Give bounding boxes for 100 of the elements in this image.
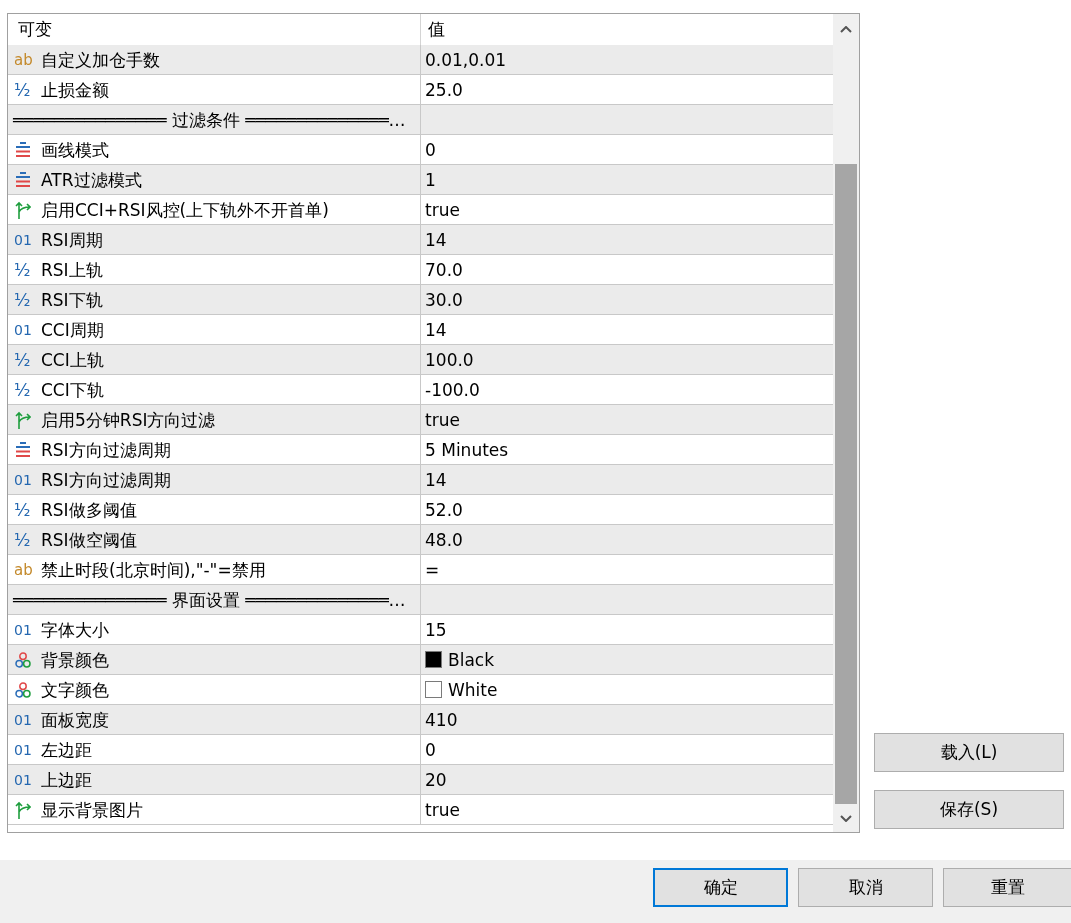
number-icon: 01 xyxy=(14,470,32,489)
table-row[interactable]: ab 禁止时段(北京时间),"-"=禁用 = xyxy=(8,555,833,585)
table-row[interactable]: ½ RSI上轨 70.0 xyxy=(8,255,833,285)
fraction-icon: ½ xyxy=(14,530,32,549)
table-row[interactable]: 01 左边距 0 xyxy=(8,735,833,765)
parameter-value[interactable]: 5 Minutes xyxy=(425,438,509,461)
parameter-name: RSI做空阈值 xyxy=(41,528,137,551)
scrollbar[interactable] xyxy=(833,14,859,832)
table-row[interactable]: 01 面板宽度 410 xyxy=(8,705,833,735)
number-icon: 01 xyxy=(14,770,32,789)
parameter-name: RSI做多阈值 xyxy=(41,498,137,521)
number-icon: 01 xyxy=(14,710,32,729)
table-row[interactable]: 画线模式 0 xyxy=(8,135,833,165)
parameter-value[interactable]: 48.0 xyxy=(425,528,463,551)
parameter-value[interactable]: Black xyxy=(448,648,494,671)
branch-arrow-icon xyxy=(15,410,31,429)
table-row[interactable]: 01 RSI方向过滤周期 14 xyxy=(8,465,833,495)
section-heading: ═══════════════ 界面设置 ══════════════… xyxy=(13,588,406,611)
scrollbar-thumb[interactable] xyxy=(835,164,857,804)
fraction-icon: ½ xyxy=(14,290,32,309)
table-row[interactable]: 01 CCI周期 14 xyxy=(8,315,833,345)
parameter-value[interactable]: = xyxy=(425,558,440,581)
table-row[interactable]: ½ RSI下轨 30.0 xyxy=(8,285,833,315)
table-row[interactable]: 01 字体大小 15 xyxy=(8,615,833,645)
parameter-name: RSI方向过滤周期 xyxy=(41,438,171,461)
parameter-value[interactable]: 100.0 xyxy=(425,348,474,371)
load-button[interactable]: 载入(L) xyxy=(874,733,1064,772)
branch-arrow-icon xyxy=(15,800,31,819)
parameter-value[interactable]: true xyxy=(425,798,460,821)
parameter-name: 启用CCI+RSI风控(上下轨外不开首单) xyxy=(41,198,329,221)
parameter-value[interactable]: White xyxy=(448,678,498,701)
list-icon xyxy=(15,172,31,187)
parameter-name: 上边距 xyxy=(41,768,92,791)
parameter-value[interactable]: 14 xyxy=(425,318,447,341)
parameter-value[interactable]: 1 xyxy=(425,168,436,191)
table-row[interactable]: ½ RSI做多阈值 52.0 xyxy=(8,495,833,525)
parameter-name: 文字颜色 xyxy=(41,678,109,701)
parameter-value[interactable]: 410 xyxy=(425,708,458,731)
text-type-icon: ab xyxy=(14,50,32,69)
parameter-name: 左边距 xyxy=(41,738,92,761)
parameter-value[interactable]: 25.0 xyxy=(425,78,463,101)
parameter-name: 禁止时段(北京时间),"-"=禁用 xyxy=(41,558,266,581)
parameter-value[interactable]: true xyxy=(425,408,460,431)
parameter-value[interactable]: 0 xyxy=(425,138,436,161)
number-icon: 01 xyxy=(14,740,32,759)
table-row[interactable]: ═══════════════ 界面设置 ══════════════… xyxy=(8,585,833,615)
parameter-name: ATR过滤模式 xyxy=(41,168,142,191)
fraction-icon: ½ xyxy=(14,80,32,99)
number-icon: 01 xyxy=(14,320,32,339)
parameter-value[interactable]: 0 xyxy=(425,738,436,761)
table-row[interactable]: 背景颜色 Black xyxy=(8,645,833,675)
parameter-name: RSI上轨 xyxy=(41,258,103,281)
table-row[interactable]: 01 上边距 20 xyxy=(8,765,833,795)
parameter-name: 止损金额 xyxy=(41,78,109,101)
parameter-name: CCI上轨 xyxy=(41,348,104,371)
parameter-value[interactable]: 30.0 xyxy=(425,288,463,311)
scroll-up-icon[interactable] xyxy=(840,25,852,33)
fraction-icon: ½ xyxy=(14,350,32,369)
parameter-value[interactable]: 14 xyxy=(425,468,447,491)
fraction-icon: ½ xyxy=(14,380,32,399)
text-type-icon: ab xyxy=(14,560,32,579)
parameter-value[interactable]: 0.01,0.01 xyxy=(425,48,507,71)
parameter-value[interactable]: 15 xyxy=(425,618,447,641)
dialog-button[interactable]: 取消 xyxy=(798,868,933,907)
table-row[interactable]: ½ RSI做空阈值 48.0 xyxy=(8,525,833,555)
table-row[interactable]: 显示背景图片 true xyxy=(8,795,833,825)
table-row[interactable]: ATR过滤模式 1 xyxy=(8,165,833,195)
table-row[interactable]: ═══════════════ 过滤条件 ══════════════… xyxy=(8,105,833,135)
parameter-value[interactable]: 52.0 xyxy=(425,498,463,521)
table-row[interactable]: 启用5分钟RSI方向过滤 true xyxy=(8,405,833,435)
parameter-name: RSI下轨 xyxy=(41,288,103,311)
parameter-value[interactable]: -100.0 xyxy=(425,378,480,401)
branch-arrow-icon xyxy=(15,200,31,219)
table-row[interactable]: RSI方向过滤周期 5 Minutes xyxy=(8,435,833,465)
parameter-name: CCI周期 xyxy=(41,318,104,341)
dialog-button[interactable]: 重置 xyxy=(943,868,1071,907)
save-button[interactable]: 保存(S) xyxy=(874,790,1064,829)
table-row[interactable]: ½ 止损金额 25.0 xyxy=(8,75,833,105)
table-row[interactable]: ½ CCI下轨 -100.0 xyxy=(8,375,833,405)
list-icon xyxy=(15,142,31,157)
parameter-value[interactable]: 70.0 xyxy=(425,258,463,281)
number-icon: 01 xyxy=(14,620,32,639)
parameter-name: 画线模式 xyxy=(41,138,109,161)
number-icon: 01 xyxy=(14,230,32,249)
three-circles-icon xyxy=(15,651,31,668)
parameter-name: 显示背景图片 xyxy=(41,798,143,821)
table-row[interactable]: 文字颜色 White xyxy=(8,675,833,705)
parameter-name: 面板宽度 xyxy=(41,708,109,731)
table-row[interactable]: ab 自定义加仓手数 0.01,0.01 xyxy=(8,45,833,75)
parameter-name: 字体大小 xyxy=(41,618,109,641)
scroll-down-icon[interactable] xyxy=(840,814,852,822)
parameter-value[interactable]: true xyxy=(425,198,460,221)
table-row[interactable]: 01 RSI周期 14 xyxy=(8,225,833,255)
table-row[interactable]: 启用CCI+RSI风控(上下轨外不开首单) true xyxy=(8,195,833,225)
parameter-value[interactable]: 20 xyxy=(425,768,447,791)
parameter-value[interactable]: 14 xyxy=(425,228,447,251)
column-header: 可变 xyxy=(17,18,53,41)
table-row[interactable]: ½ CCI上轨 100.0 xyxy=(8,345,833,375)
fraction-icon: ½ xyxy=(14,500,32,519)
dialog-button[interactable]: 确定 xyxy=(653,868,788,907)
